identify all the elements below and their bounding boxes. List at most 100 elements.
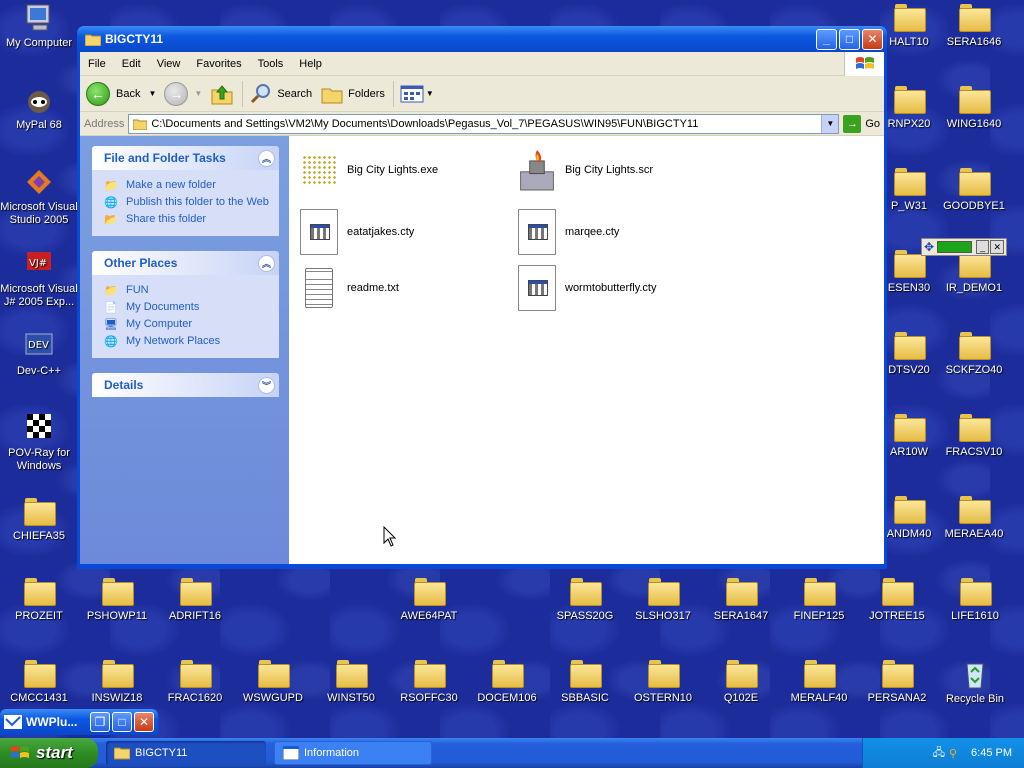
other-places-panel: Other Places ︽ 📁 FUN 📄 My Documents 🖥 My… — [92, 251, 279, 358]
close-icon[interactable]: ✕ — [990, 240, 1005, 254]
desktop-folder-icon[interactable]: AWE64PAT — [390, 576, 468, 623]
place-link-my-computer[interactable]: 🖥 My Computer — [104, 318, 271, 332]
desktop-icon-chiefa35[interactable]: CHIEFA35 — [0, 496, 78, 543]
desktop-folder-icon[interactable]: FRACSV10 — [935, 412, 1013, 459]
desktop-folder-icon[interactable]: JOTREE15 — [858, 576, 936, 623]
desktop-folder-icon[interactable]: MERALF40 — [780, 658, 858, 705]
panel-header[interactable]: Details ︾ — [92, 373, 279, 397]
restore-button[interactable]: ❐ — [90, 712, 110, 732]
forward-dropdown-icon[interactable]: ▼ — [194, 89, 202, 98]
desktop-folder-icon[interactable]: WSWGUPD — [234, 658, 312, 705]
desktop-folder-icon[interactable]: SPASS20G — [546, 576, 624, 623]
network-icon[interactable]: 🖧 — [933, 744, 945, 763]
forward-button[interactable]: → ▼ — [164, 81, 202, 106]
make-new-folder-link[interactable]: 📁 Make a new folder — [104, 179, 271, 193]
expand-chevron-icon[interactable]: ︾ — [258, 376, 275, 394]
file-item[interactable]: readme.txt — [299, 264, 399, 312]
new-folder-icon: 📁 — [104, 180, 118, 192]
taskbar-item-label: BIGCTY11 — [135, 747, 188, 759]
maximize-button[interactable]: □ — [112, 712, 132, 732]
desktop-folder-icon[interactable]: LIFE1610 — [936, 576, 1014, 623]
desktop-folder-icon[interactable]: INSWIZ18 — [78, 658, 156, 705]
publish-web-link[interactable]: 🌐 Publish this folder to the Web — [104, 196, 271, 210]
desktop-icon-dev-cpp[interactable]: DEV Dev-C++ — [0, 330, 78, 378]
desktop-folder-icon[interactable]: ADRIFT16 — [156, 576, 234, 623]
taskbar-item-information[interactable]: Information — [274, 741, 432, 765]
desktop-icon-recycle-bin[interactable]: Recycle Bin — [936, 658, 1014, 706]
collapse-chevron-icon[interactable]: ︽ — [258, 254, 275, 272]
desktop-icon-vjsharp[interactable]: VJ# Microsoft Visual J# 2005 Exp... — [0, 248, 78, 309]
desktop-folder-icon[interactable]: SLSHO317 — [624, 576, 702, 623]
file-item[interactable]: Big City Lights.exe — [299, 146, 438, 194]
desktop-icon-label: AWE64PAT — [400, 610, 458, 622]
desktop-folder-icon[interactable]: MERAEA40 — [935, 494, 1013, 541]
menu-tools[interactable]: Tools — [250, 58, 292, 70]
desktop-folder-icon[interactable]: DOCEM106 — [468, 658, 546, 705]
window-titlebar[interactable]: BIGCTY11 _ □ ✕ — [77, 26, 887, 52]
collapse-chevron-icon[interactable]: ︽ — [258, 149, 275, 167]
minimize-button[interactable]: _ — [816, 28, 837, 50]
panel-header[interactable]: Other Places ︽ — [92, 251, 279, 275]
cty-file-icon — [299, 208, 339, 256]
desktop-icon-label: WING1640 — [946, 118, 1002, 130]
desktop-folder-icon[interactable]: WINST50 — [312, 658, 390, 705]
desktop-folder-icon[interactable]: FINEP125 — [780, 576, 858, 623]
window-icon — [283, 746, 299, 760]
file-item[interactable]: marqee.cty — [517, 208, 619, 256]
desktop-folder-icon[interactable]: PERSANA2 — [858, 658, 936, 705]
minimize-icon[interactable]: _ — [975, 240, 990, 254]
views-button[interactable]: ▼ — [400, 84, 434, 104]
desktop-folder-icon[interactable]: RSOFFC30 — [390, 658, 468, 705]
wwplu-window[interactable]: WWPlu... ❐ □ ✕ — [0, 709, 158, 735]
panel-header[interactable]: File and Folder Tasks ︽ — [92, 146, 279, 170]
views-dropdown-icon: ▼ — [425, 89, 434, 98]
cty-file-icon — [517, 208, 557, 256]
start-button[interactable]: start — [0, 738, 98, 768]
move-icon[interactable]: ✥ — [924, 240, 934, 254]
maximize-button[interactable]: □ — [839, 28, 860, 50]
desktop-icon-visual-studio[interactable]: Microsoft Visual Studio 2005 — [0, 166, 78, 227]
desktop-folder-icon[interactable]: SERA1646 — [935, 2, 1013, 49]
place-link-fun[interactable]: 📁 FUN — [104, 284, 271, 298]
desktop-folder-icon[interactable]: OSTERN10 — [624, 658, 702, 705]
desktop-folder-icon[interactable]: PSHOWP11 — [78, 576, 156, 623]
address-field[interactable]: C:\Documents and Settings\VM2\My Documen… — [128, 113, 840, 134]
menu-view[interactable]: View — [149, 58, 189, 70]
menu-favorites[interactable]: Favorites — [188, 58, 249, 70]
file-item[interactable]: eatatjakes.cty — [299, 208, 414, 256]
address-dropdown-icon[interactable]: ▼ — [821, 114, 839, 133]
menu-help[interactable]: Help — [291, 58, 330, 70]
desktop-icon-mypal[interactable]: MyPal 68 — [0, 84, 78, 132]
search-button[interactable]: Search — [249, 82, 312, 106]
share-folder-link[interactable]: 📂 Share this folder — [104, 213, 271, 227]
desktop-folder-icon[interactable]: GOODBYE1 — [935, 166, 1013, 213]
floating-toolbar[interactable]: ✥ _ ✕ — [921, 238, 1007, 256]
desktop-folder-icon[interactable]: SCKFZO40 — [935, 330, 1013, 377]
desktop-folder-icon[interactable]: SERA1647 — [702, 576, 780, 623]
folders-button[interactable]: Folders — [320, 83, 385, 105]
back-button[interactable]: ← Back ▼ — [86, 81, 156, 106]
menu-file[interactable]: File — [80, 58, 114, 70]
file-item[interactable]: Big City Lights.scr — [517, 146, 653, 194]
place-link-network[interactable]: 🌐 My Network Places — [104, 335, 271, 349]
desktop-icon-label: HALT10 — [889, 36, 929, 48]
menu-edit[interactable]: Edit — [114, 58, 149, 70]
taskbar-item-bigcty11[interactable]: BIGCTY11 — [106, 741, 266, 765]
search-icon[interactable]: ⚲ — [949, 747, 957, 760]
desktop-folder-icon[interactable]: FRAC1620 — [156, 658, 234, 705]
clock[interactable]: 6:45 PM — [971, 747, 1012, 759]
desktop-icon-povray[interactable]: POV-Ray for Windows — [0, 412, 78, 473]
desktop-icon-my-computer[interactable]: My Computer — [0, 2, 78, 50]
desktop-folder-icon[interactable]: PROZEIT — [0, 576, 78, 623]
desktop-folder-icon[interactable]: CMCC1431 — [0, 658, 78, 705]
close-button[interactable]: ✕ — [862, 28, 883, 50]
place-link-my-documents[interactable]: 📄 My Documents — [104, 301, 271, 315]
go-button[interactable]: → Go — [843, 114, 880, 133]
up-folder-button[interactable] — [210, 82, 234, 106]
desktop-folder-icon[interactable]: WING1640 — [935, 84, 1013, 131]
desktop-folder-icon[interactable]: SBBASIC — [546, 658, 624, 705]
desktop-folder-icon[interactable]: Q102E — [702, 658, 780, 705]
file-item[interactable]: wormtobutterfly.cty — [517, 264, 657, 312]
close-button[interactable]: ✕ — [134, 712, 154, 732]
back-dropdown-icon[interactable]: ▼ — [148, 89, 156, 98]
